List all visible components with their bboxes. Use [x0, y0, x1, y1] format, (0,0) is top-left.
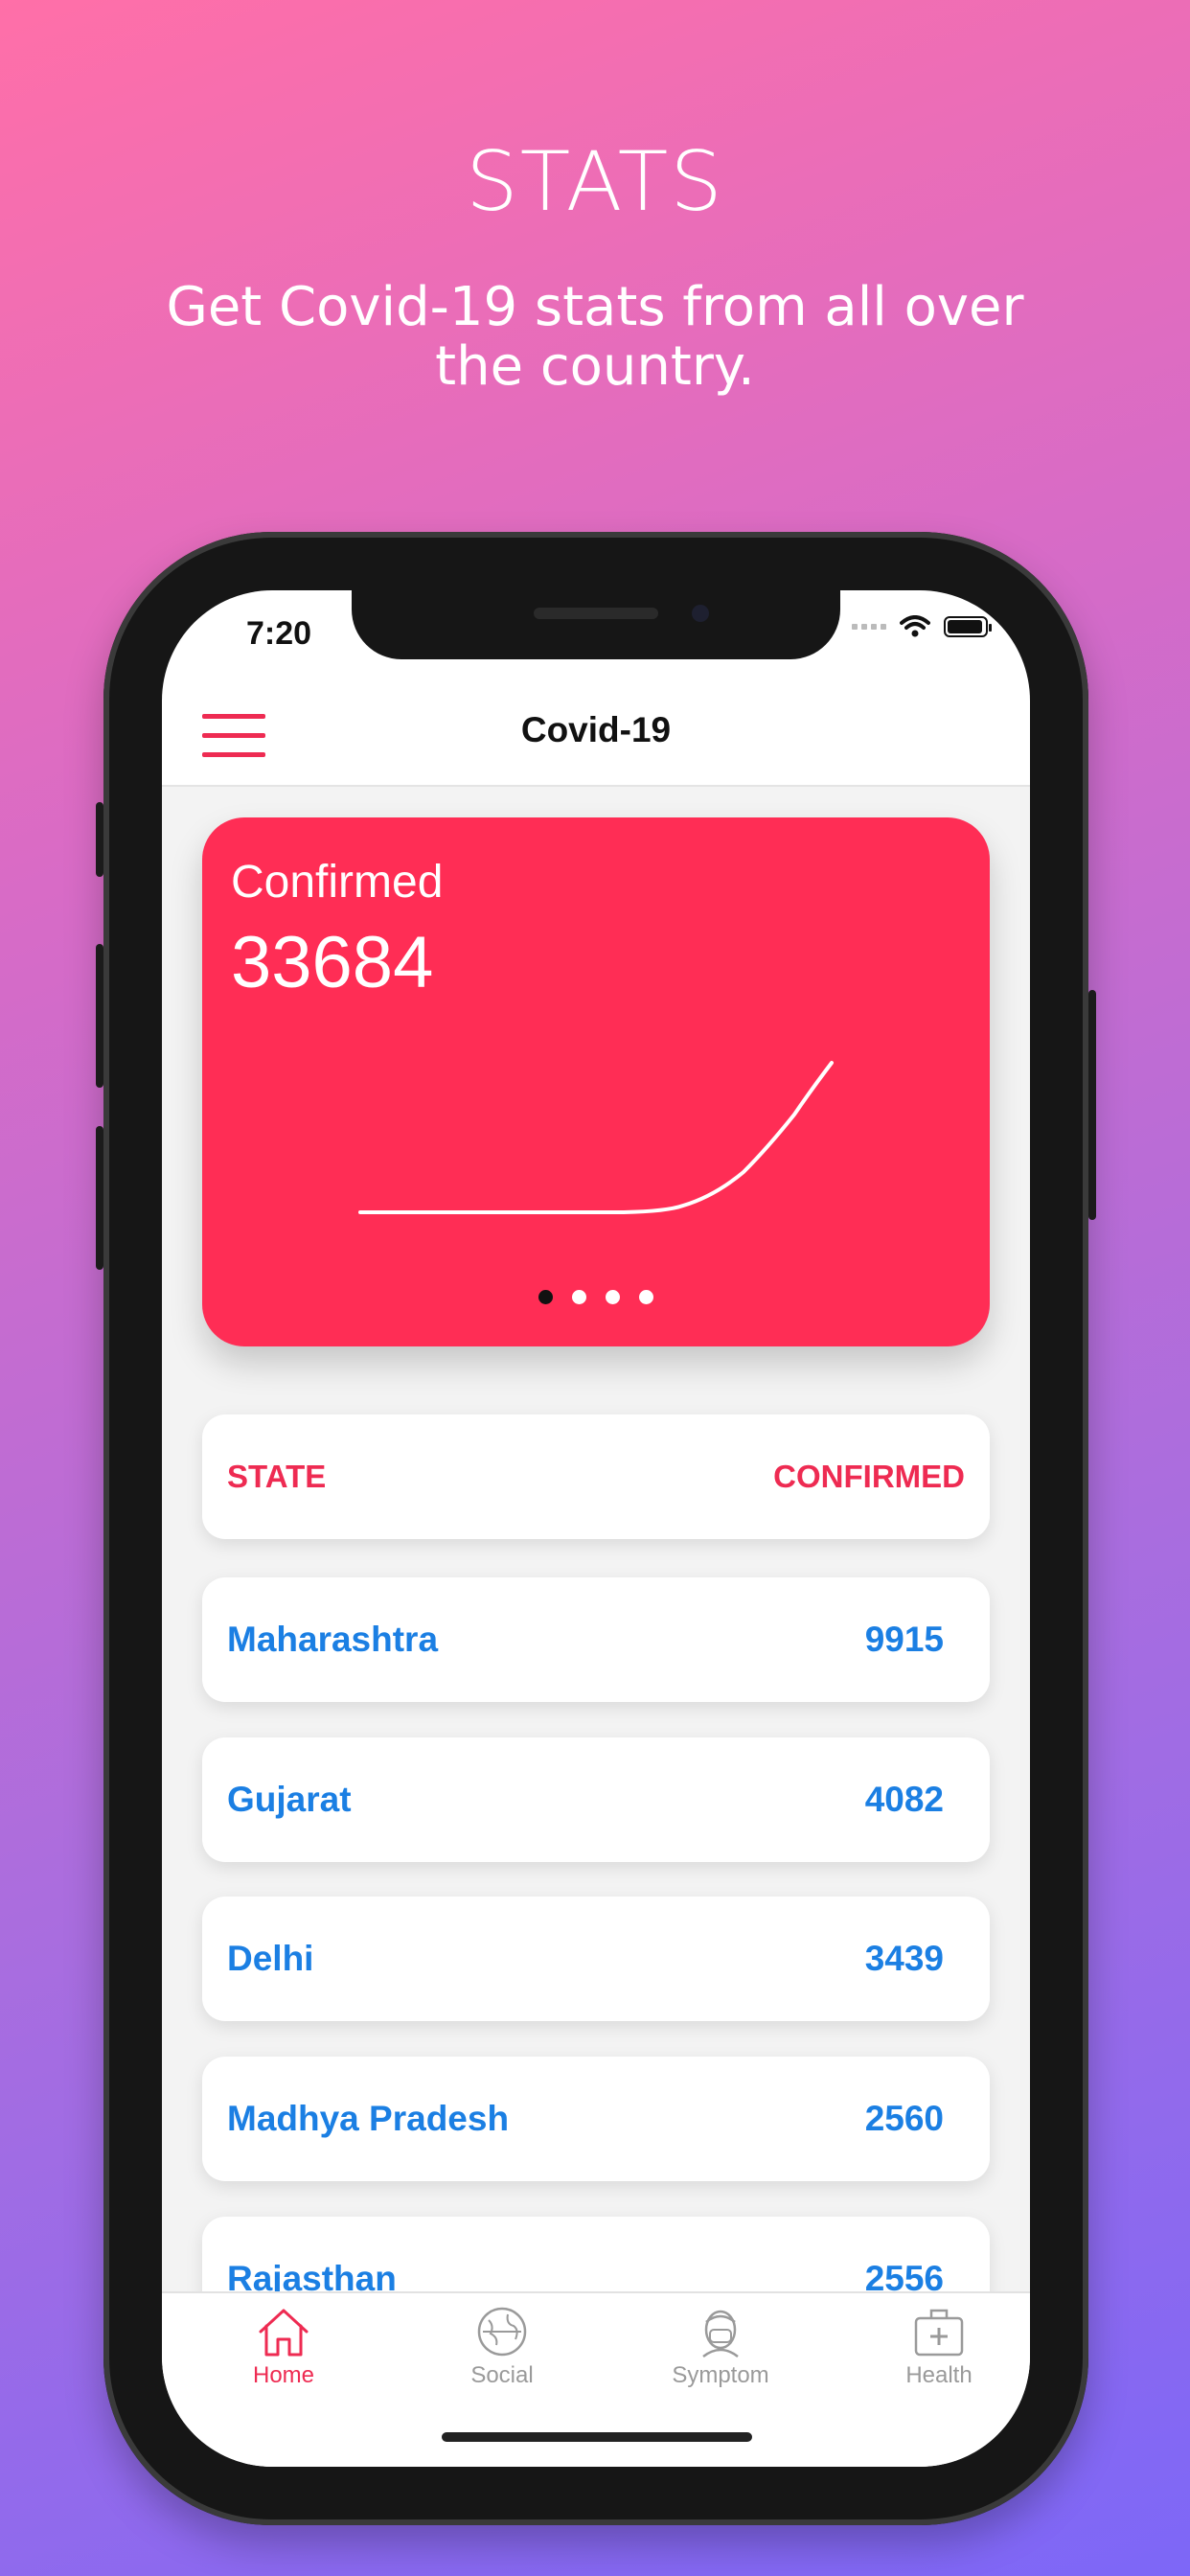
home-indicator[interactable]	[442, 2432, 752, 2442]
wifi-icon	[900, 615, 930, 637]
page-dot[interactable]	[572, 1290, 586, 1304]
status-icons	[852, 615, 992, 638]
table-row[interactable]: Delhi 3439	[202, 1897, 990, 2021]
page-dot[interactable]	[606, 1290, 620, 1304]
tab-symptom[interactable]: Symptom	[649, 2305, 792, 2389]
table-row[interactable]: Maharashtra 9915	[202, 1577, 990, 1702]
table-row[interactable]: Rajasthan 2556	[202, 2217, 990, 2291]
power-button	[1088, 990, 1096, 1220]
phone-screen: 7:20 Covid-19 Confirmed 33684 STATE CONF…	[162, 590, 1030, 2467]
table-row[interactable]: Gujarat 4082	[202, 1737, 990, 1862]
front-camera	[692, 605, 709, 622]
battery-icon	[944, 616, 992, 637]
page-dot[interactable]	[538, 1290, 553, 1304]
globe-icon	[477, 2307, 527, 2357]
promo-subtitle: Get Covid-19 stats from all over the cou…	[166, 276, 1024, 398]
phone-frame: 7:20 Covid-19 Confirmed 33684 STATE CONF…	[96, 532, 1096, 2525]
tab-social-label: Social	[470, 2362, 534, 2388]
tab-social[interactable]: Social	[430, 2305, 574, 2389]
nav-title: Covid-19	[520, 710, 672, 749]
notch	[352, 590, 840, 659]
status-time: 7:20	[246, 615, 312, 652]
navigation-bar: Covid-19	[162, 681, 1030, 787]
state-name: Maharashtra	[227, 1620, 439, 1659]
home-icon	[259, 2309, 309, 2357]
cellular-signal-icon	[852, 624, 886, 630]
tab-home[interactable]: Home	[212, 2305, 355, 2389]
confirmed-count: 9915	[864, 1620, 944, 1659]
confirmed-count: 2556	[864, 2259, 944, 2291]
page-indicator[interactable]	[202, 1290, 990, 1304]
first-aid-kit-icon	[914, 2309, 964, 2357]
volume-down-button	[96, 1126, 103, 1270]
promo-title: STATS	[466, 134, 724, 230]
tab-health-label: Health	[905, 2362, 973, 2388]
state-name: Delhi	[227, 1939, 314, 1978]
state-name: Gujarat	[227, 1780, 352, 1819]
confirmed-stat-card[interactable]: Confirmed 33684	[202, 817, 990, 1346]
trend-sparkline	[358, 1061, 834, 1214]
state-column-header: STATE	[227, 1459, 327, 1494]
tab-health[interactable]: Health	[867, 2305, 1011, 2389]
main-content[interactable]: Confirmed 33684 STATE CONFIRMED Maharash…	[162, 787, 1030, 2291]
state-name: Rajasthan	[227, 2259, 397, 2291]
page-dot[interactable]	[639, 1290, 653, 1304]
confirmed-column-header: CONFIRMED	[773, 1459, 965, 1494]
confirmed-count: 3439	[864, 1939, 944, 1978]
table-row[interactable]: Madhya Pradesh 2560	[202, 2057, 990, 2181]
confirmed-count: 4082	[864, 1780, 944, 1819]
confirmed-count: 2560	[864, 2099, 944, 2138]
tab-symptom-label: Symptom	[672, 2362, 769, 2388]
masked-face-icon	[702, 2310, 739, 2358]
tab-home-label: Home	[252, 2362, 315, 2388]
volume-up-button	[96, 944, 103, 1088]
speaker	[534, 608, 658, 619]
table-header: STATE CONFIRMED	[202, 1414, 990, 1539]
state-name: Madhya Pradesh	[227, 2099, 510, 2138]
mute-switch	[96, 802, 103, 877]
